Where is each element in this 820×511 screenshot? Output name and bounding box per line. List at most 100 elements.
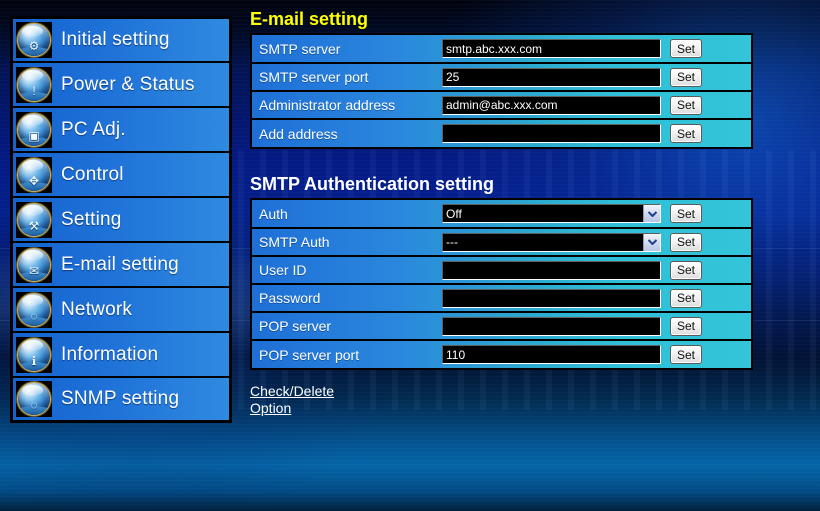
sidebar-item-label: Control <box>61 163 124 185</box>
footer-links: Check/Delete Option <box>250 383 810 417</box>
sidebar-item-control[interactable]: ✥ Control <box>11 152 231 197</box>
sidebar-item-label: PC Adj. <box>61 118 126 140</box>
sidebar-item-network[interactable]: ◌ Network <box>11 287 231 332</box>
orb-shape: ✥ <box>18 158 50 191</box>
initial-setting-icon: ⚙ <box>16 22 52 58</box>
field-label: POP server port <box>259 346 360 363</box>
main-navigation-sidebar: ⚙ Initial setting! Power & Status ▣ PC Adj. ✥… <box>10 16 232 423</box>
sidebar-item-label: SNMP setting <box>61 388 180 409</box>
orb-shape: ✉ <box>18 248 50 281</box>
orb-shape: ◌ <box>18 293 50 326</box>
input-user-id[interactable] <box>442 260 661 280</box>
sidebar-item-snmp-setting[interactable]: ◌ SNMP setting <box>11 377 231 422</box>
field-label: SMTP Auth <box>259 234 330 250</box>
network-icon: ◌ <box>16 291 52 328</box>
sidebar-item-information[interactable]: ℹ Information <box>11 332 231 377</box>
sidebar-item-setting[interactable]: ⚒ Setting <box>11 197 231 242</box>
form-row: Auth Off Set <box>252 200 751 228</box>
sidebar-item-label: Initial setting <box>61 29 170 50</box>
set-button[interactable]: Set <box>670 316 702 336</box>
orb-shape: ℹ <box>18 338 50 371</box>
set-button[interactable]: Set <box>670 124 702 143</box>
orb-glyph: ◌ <box>30 308 38 323</box>
input-smtp-server[interactable]: smtp.abc.xxx.com <box>442 39 661 58</box>
chevron-down-icon[interactable] <box>643 205 660 222</box>
field-label: User ID <box>259 262 307 278</box>
field-label: Add address <box>259 125 338 142</box>
select-auth[interactable]: Off <box>442 204 661 223</box>
form-row: SMTP Auth --- Set <box>252 228 751 256</box>
field-label: Password <box>259 290 321 306</box>
page-title-email-setting: E-mail setting <box>250 9 369 29</box>
field-label: Auth <box>259 205 288 222</box>
sidebar-item-label: Information <box>61 343 159 365</box>
sidebar-item-initial-setting[interactable]: ⚙ Initial setting <box>11 17 231 62</box>
orb-glyph: ⚙ <box>28 39 40 53</box>
orb-shape: ⚙ <box>18 24 50 56</box>
form-row: SMTP server port 25 Set <box>252 63 751 91</box>
field-value: smtp.abc.xxx.com <box>446 41 543 56</box>
field-value: Off <box>446 206 462 221</box>
field-value: 110 <box>446 347 466 362</box>
email-setting-panel: SMTP server smtp.abc.xxx.com Set SMTP serve… <box>250 33 753 149</box>
orb-shape: ▣ <box>18 113 50 146</box>
field-label: POP server <box>259 318 332 334</box>
sidebar-item-power-status[interactable]: ! Power & Status <box>11 62 231 107</box>
sidebar-item-label: Power & Status <box>61 73 195 95</box>
form-row: POP server Set <box>252 312 751 340</box>
input-administrator-address[interactable]: admin@abc.xxx.com <box>442 95 661 115</box>
set-button[interactable]: Set <box>670 232 702 252</box>
form-row: POP server port 110 Set <box>252 340 751 368</box>
field-label: SMTP server port <box>259 69 369 85</box>
input-add-address[interactable] <box>442 124 661 143</box>
link-check-delete[interactable]: Check/Delete <box>250 383 334 400</box>
field-value: admin@abc.xxx.com <box>446 98 558 112</box>
section-title-smtp-auth: SMTP Authentication setting <box>250 174 495 194</box>
orb-shape: ! <box>18 68 50 101</box>
set-button[interactable]: Set <box>670 95 702 115</box>
chevron-down-icon[interactable] <box>643 233 660 251</box>
form-row: Add address Set <box>252 119 751 147</box>
set-button[interactable]: Set <box>670 260 702 280</box>
orb-shape: ◌ <box>18 383 50 415</box>
form-row: Password Set <box>252 284 751 312</box>
orb-glyph: ℹ <box>31 353 37 368</box>
input-password[interactable] <box>442 288 661 308</box>
orb-glyph: ✉ <box>28 263 40 278</box>
sidebar-item-label: E-mail setting <box>61 253 179 275</box>
sidebar-item-label: Setting <box>61 208 122 230</box>
link-option[interactable]: Option <box>250 400 291 417</box>
select-smtp-auth[interactable]: --- <box>442 232 661 252</box>
field-label: Administrator address <box>259 97 396 113</box>
input-pop-server-port[interactable]: 110 <box>442 345 661 364</box>
field-label: SMTP server <box>259 40 341 57</box>
sidebar-item-e-mail-setting[interactable]: ✉ E-mail setting <box>11 242 231 287</box>
set-button[interactable]: Set <box>670 67 702 87</box>
form-row: Administrator address admin@abc.xxx.com Se… <box>252 91 751 119</box>
form-row: User ID Set <box>252 256 751 284</box>
set-button[interactable]: Set <box>670 204 702 223</box>
orb-glyph: ▣ <box>28 128 40 143</box>
field-value: 25 <box>446 70 460 84</box>
orb-glyph: ⚒ <box>28 218 40 233</box>
orb-glyph: ! <box>32 83 36 98</box>
input-pop-server[interactable] <box>442 316 661 336</box>
field-value: --- <box>446 235 458 249</box>
smtp-authentication-panel: Auth Off Set SMTP Auth --- Set User ID Set Passw… <box>250 198 753 370</box>
set-button[interactable]: Set <box>670 345 702 364</box>
orb-shape: ⚒ <box>18 203 50 236</box>
sidebar-item-pc-adj[interactable]: ▣ PC Adj. <box>11 107 231 152</box>
input-smtp-server-port[interactable]: 25 <box>442 67 661 87</box>
sidebar-item-label: Network <box>61 298 133 320</box>
set-button[interactable]: Set <box>670 288 702 308</box>
main-content: E-mail setting SMTP server smtp.abc.xxx.c… <box>250 8 810 417</box>
power-status-icon: ! <box>16 66 52 103</box>
information-icon: ℹ <box>16 336 52 373</box>
pc-adjust-icon: ▣ <box>16 111 52 148</box>
envelope-icon: ✉ <box>16 246 52 283</box>
orb-glyph: ✥ <box>28 173 40 188</box>
tools-icon: ⚒ <box>16 201 52 238</box>
set-button[interactable]: Set <box>670 39 702 58</box>
control-pad-icon: ✥ <box>16 156 52 193</box>
